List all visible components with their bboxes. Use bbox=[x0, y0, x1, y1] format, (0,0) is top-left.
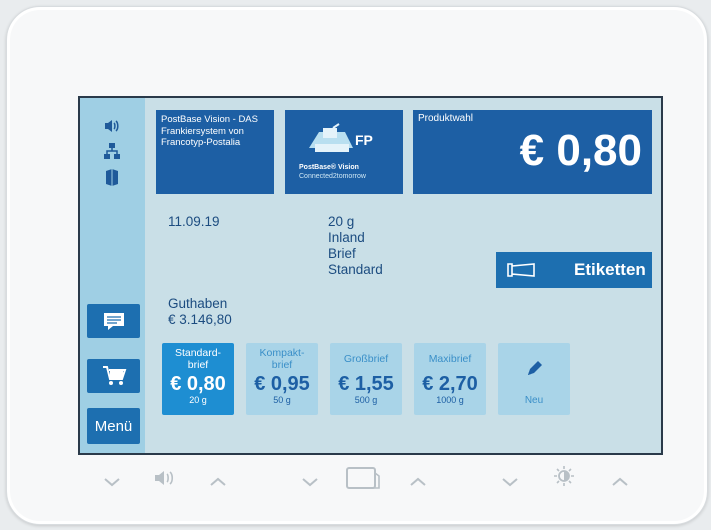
brand-tile[interactable]: PostBase Vision - DAS Frankiersystem von… bbox=[156, 110, 274, 194]
product-label: Standard-brief bbox=[174, 347, 222, 371]
cart-button[interactable] bbox=[87, 359, 140, 393]
shipment-details: 20 g Inland Brief Standard bbox=[328, 214, 383, 278]
book-icon[interactable] bbox=[98, 168, 126, 188]
chevron-up-icon bbox=[612, 477, 628, 486]
tilt-up-button[interactable] bbox=[403, 465, 433, 495]
network-icon[interactable] bbox=[98, 142, 126, 162]
fp-logo-line2: Connected2tomorrow bbox=[299, 173, 366, 180]
postage-price: € 0,80 bbox=[519, 126, 642, 175]
product-weight: 50 g bbox=[273, 395, 291, 405]
message-button[interactable] bbox=[87, 304, 140, 338]
service-value: Standard bbox=[328, 262, 383, 277]
menu-button[interactable]: Menü bbox=[87, 408, 140, 444]
balance-label: Guthaben bbox=[168, 296, 228, 311]
chevron-up-icon bbox=[210, 477, 226, 486]
chevron-down-icon bbox=[502, 478, 518, 487]
fp-logo-line1: PostBase® Vision bbox=[299, 164, 359, 171]
type-value: Brief bbox=[328, 246, 356, 261]
hw-display-icon bbox=[343, 465, 383, 495]
pencil-icon bbox=[528, 361, 542, 375]
sidebar: Menü bbox=[80, 98, 145, 453]
product-label: Großbrief bbox=[343, 353, 389, 365]
region-value: Inland bbox=[328, 230, 365, 245]
chat-icon bbox=[103, 313, 124, 330]
postbase-device-icon bbox=[309, 123, 353, 152]
product-price-tile[interactable]: Produktwahl € 0,80 bbox=[413, 110, 652, 194]
chevron-down-icon bbox=[302, 478, 318, 487]
product-grossbrief[interactable]: Großbrief € 1,55 500 g bbox=[330, 343, 402, 415]
product-label: Kompakt-brief bbox=[259, 347, 305, 371]
balance-value: € 3.146,80 bbox=[168, 312, 232, 327]
fp-logo-mark: FP bbox=[355, 132, 373, 148]
product-selection-label: Produktwahl bbox=[418, 113, 474, 124]
product-price: € 1,55 bbox=[338, 373, 394, 395]
brightness-icon bbox=[549, 465, 579, 495]
product-price: € 2,70 bbox=[422, 373, 478, 395]
hw-speaker-icon bbox=[149, 465, 179, 495]
product-kompaktbrief[interactable]: Kompakt-brief € 0,95 50 g bbox=[246, 343, 318, 415]
product-maxibrief[interactable]: Maxibrief € 2,70 1000 g bbox=[414, 343, 486, 415]
etiketten-label: Etiketten bbox=[574, 260, 646, 279]
display-screen: Menü PostBase Vision - DAS Frankiersyste… bbox=[78, 96, 663, 455]
date-value: 11.09.19 bbox=[168, 214, 220, 229]
etiketten-button[interactable]: Etiketten bbox=[496, 252, 652, 288]
device-frame: Menü PostBase Vision - DAS Frankiersyste… bbox=[6, 6, 708, 525]
chevron-up-icon bbox=[410, 477, 426, 486]
product-label: Maxibrief bbox=[428, 353, 472, 365]
new-product-button[interactable]: Neu bbox=[498, 343, 570, 415]
speaker-icon[interactable] bbox=[98, 118, 126, 138]
brand-tile-text: PostBase Vision - DAS Frankiersystem von… bbox=[161, 114, 258, 148]
tilt-down-button[interactable] bbox=[295, 465, 325, 495]
product-weight: 1000 g bbox=[436, 395, 464, 405]
product-weight: 20 g bbox=[189, 395, 207, 405]
weight-value: 20 g bbox=[328, 214, 355, 229]
product-weight: 500 g bbox=[354, 395, 378, 405]
product-standardbrief[interactable]: Standard-brief € 0,80 20 g bbox=[162, 343, 234, 415]
product-price: € 0,80 bbox=[170, 373, 226, 395]
brightness-down-button[interactable] bbox=[495, 465, 525, 495]
new-label: Neu bbox=[524, 395, 544, 406]
balance: Guthaben € 3.146,80 bbox=[168, 296, 232, 328]
volume-up-button[interactable] bbox=[203, 465, 233, 495]
volume-down-button[interactable] bbox=[97, 465, 127, 495]
chevron-down-icon bbox=[104, 478, 120, 487]
label-icon bbox=[507, 263, 535, 277]
cart-icon bbox=[102, 366, 126, 385]
logo-tile[interactable]: FP PostBase® Vision Connected2tomorrow bbox=[285, 110, 403, 194]
product-price: € 0,95 bbox=[254, 373, 310, 395]
brightness-up-button[interactable] bbox=[605, 465, 635, 495]
